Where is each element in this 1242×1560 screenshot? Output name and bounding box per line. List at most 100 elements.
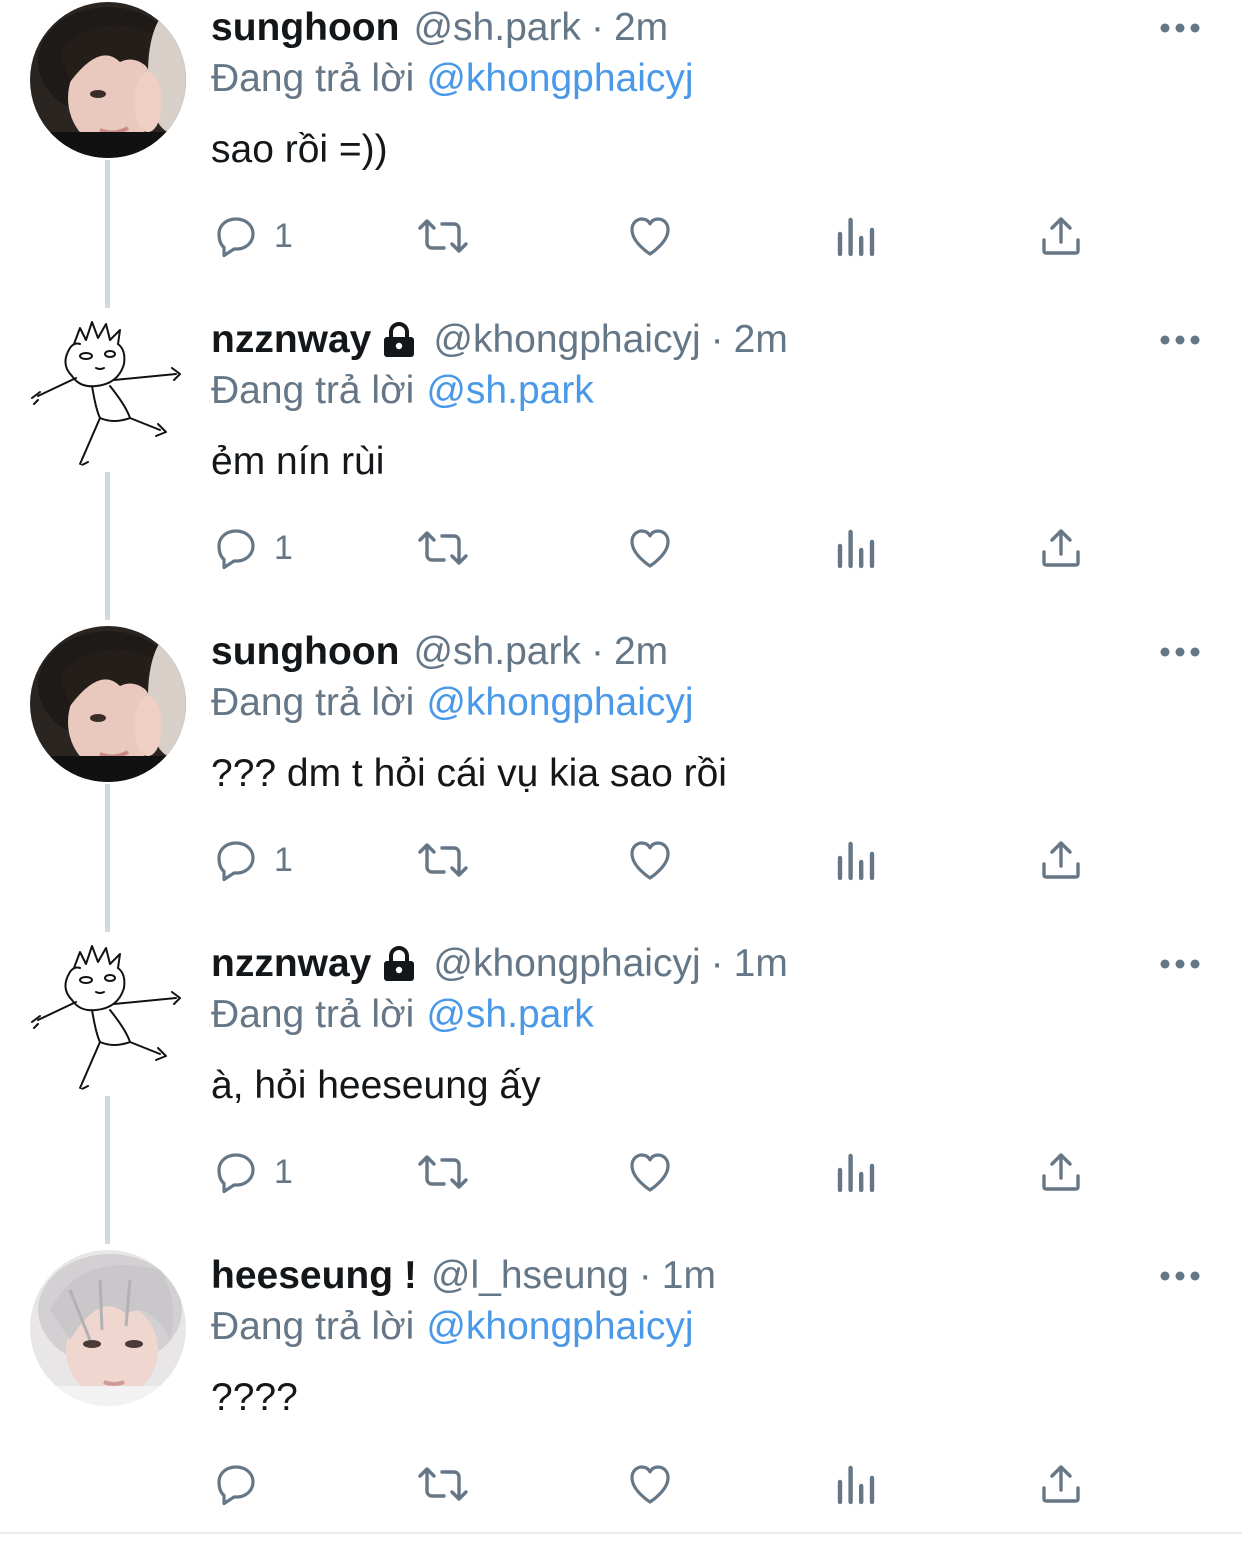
analytics-icon	[837, 1153, 875, 1193]
timestamp[interactable]: 1m	[662, 1254, 716, 1297]
tweet-actions	[0, 1454, 1242, 1514]
tweet-text: sao rồi =))	[211, 128, 388, 171]
display-name[interactable]: nzznway	[211, 318, 371, 361]
analytics-button[interactable]	[834, 830, 878, 890]
tweet[interactable]: sunghoon @sh.park · 2m Đang trả lời @khongph…	[0, 0, 1242, 312]
like-icon	[630, 1153, 670, 1192]
reply-icon	[217, 841, 255, 882]
analytics-icon	[837, 529, 875, 569]
replying-to: Đang trả lời @khongphaicyj	[211, 54, 694, 104]
tweet-header: nzznway @khongphaicyj · 1m	[211, 940, 788, 988]
share-button[interactable]	[1038, 830, 1084, 890]
doodle-avatar	[30, 938, 186, 1094]
tweet[interactable]: nzznway @khongphaicyj · 2m Đang trả lời @sh.…	[0, 312, 1242, 624]
share-icon	[1042, 841, 1080, 879]
separator-dot: ·	[590, 6, 604, 49]
share-button[interactable]	[1038, 518, 1084, 578]
like-icon	[630, 217, 670, 256]
tweet-text: à, hỏi heeseung ấy	[211, 1064, 541, 1107]
reply-button[interactable]: 1	[212, 206, 293, 266]
like-button[interactable]	[625, 518, 675, 578]
analytics-button[interactable]	[834, 206, 878, 266]
reply-icon	[217, 529, 255, 570]
tweet-text: ??? dm t hỏi cái vụ kia sao rồi	[211, 752, 727, 795]
like-button[interactable]	[625, 1142, 675, 1202]
photo-avatar	[30, 2, 186, 158]
analytics-button[interactable]	[834, 1454, 878, 1514]
retweet-button[interactable]	[414, 1142, 472, 1202]
tweet[interactable]: sunghoon @sh.park · 2m Đang trả lời @khongph…	[0, 624, 1242, 936]
tweet-header: sunghoon @sh.park · 2m	[211, 628, 668, 676]
mention-link[interactable]: @sh.park	[426, 993, 593, 1036]
more-icon[interactable]	[1158, 952, 1202, 976]
user-handle[interactable]: @khongphaicyj	[433, 942, 700, 985]
share-button[interactable]	[1038, 206, 1084, 266]
reply-icon	[217, 1153, 255, 1194]
display-name[interactable]: nzznway	[211, 942, 371, 985]
reply-button[interactable]: 1	[212, 830, 293, 890]
reply-count: 1	[274, 1153, 293, 1191]
retweet-icon	[418, 1467, 468, 1501]
avatar[interactable]	[30, 314, 186, 470]
replying-to: Đang trả lời @khongphaicyj	[211, 678, 694, 728]
reply-button[interactable]	[212, 1454, 274, 1514]
more-icon[interactable]	[1158, 1264, 1202, 1288]
mention-link[interactable]: @sh.park	[426, 369, 593, 412]
separator-dot: ·	[710, 318, 724, 361]
lock-icon	[384, 321, 415, 357]
tweet-header: sunghoon @sh.park · 2m	[211, 4, 668, 52]
reply-icon	[217, 1465, 255, 1506]
user-handle[interactable]: @sh.park	[413, 6, 580, 49]
share-button[interactable]	[1038, 1454, 1084, 1514]
retweet-icon	[418, 1155, 468, 1189]
like-button[interactable]	[625, 206, 675, 266]
display-name[interactable]: sunghoon	[211, 6, 399, 49]
timestamp[interactable]: 2m	[614, 630, 668, 673]
retweet-button[interactable]	[414, 518, 472, 578]
like-button[interactable]	[625, 1454, 675, 1514]
separator-dot: ·	[590, 630, 604, 673]
reply-button[interactable]: 1	[212, 518, 293, 578]
photo-avatar	[30, 626, 186, 782]
user-handle[interactable]: @l_hseung	[431, 1254, 629, 1297]
analytics-button[interactable]	[834, 1142, 878, 1202]
more-icon[interactable]	[1158, 640, 1202, 664]
retweet-icon	[418, 219, 468, 253]
more-icon[interactable]	[1158, 16, 1202, 40]
share-icon	[1042, 1465, 1080, 1503]
replying-to-label: Đang trả lời	[211, 57, 415, 100]
retweet-button[interactable]	[414, 830, 472, 890]
avatar[interactable]	[30, 626, 186, 782]
tweet-text: ẻm nín rùi	[211, 440, 385, 483]
avatar[interactable]	[30, 1250, 186, 1406]
timestamp[interactable]: 1m	[734, 942, 788, 985]
mention-link[interactable]: @khongphaicyj	[426, 681, 693, 724]
like-button[interactable]	[625, 830, 675, 890]
retweet-button[interactable]	[414, 206, 472, 266]
analytics-icon	[837, 1465, 875, 1505]
share-icon	[1042, 1153, 1080, 1191]
tweet[interactable]: heeseung ! @l_hseung · 1m Đang trả lời @khon…	[0, 1248, 1242, 1560]
user-handle[interactable]: @khongphaicyj	[433, 318, 700, 361]
retweet-button[interactable]	[414, 1454, 472, 1514]
timestamp[interactable]: 2m	[734, 318, 788, 361]
mention-link[interactable]: @khongphaicyj	[426, 1305, 693, 1348]
avatar[interactable]	[30, 2, 186, 158]
replying-to: Đang trả lời @khongphaicyj	[211, 1302, 694, 1352]
tweet[interactable]: nzznway @khongphaicyj · 1m Đang trả lời @sh.…	[0, 936, 1242, 1248]
replying-to-label: Đang trả lời	[211, 369, 415, 412]
separator-dot: ·	[710, 942, 724, 985]
tweet-header: nzznway @khongphaicyj · 2m	[211, 316, 788, 364]
display-name[interactable]: sunghoon	[211, 630, 399, 673]
more-icon[interactable]	[1158, 328, 1202, 352]
share-button[interactable]	[1038, 1142, 1084, 1202]
user-handle[interactable]: @sh.park	[413, 630, 580, 673]
doodle-avatar	[30, 314, 186, 470]
mention-link[interactable]: @khongphaicyj	[426, 57, 693, 100]
timestamp[interactable]: 2m	[614, 6, 668, 49]
reply-thread: sunghoon @sh.park · 2m Đang trả lời @khongph…	[0, 0, 1242, 1542]
analytics-button[interactable]	[834, 518, 878, 578]
display-name[interactable]: heeseung !	[211, 1254, 417, 1297]
avatar[interactable]	[30, 938, 186, 1094]
reply-button[interactable]: 1	[212, 1142, 293, 1202]
